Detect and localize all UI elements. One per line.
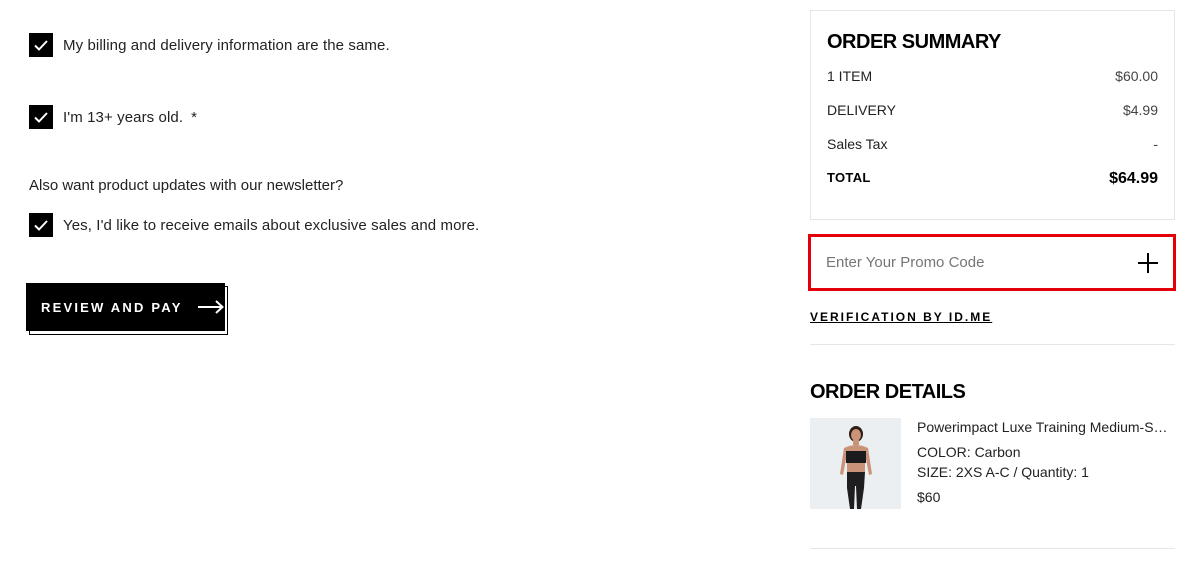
age-label: I'm 13+ years old. xyxy=(63,108,184,126)
age-row: I'm 13+ years old. * xyxy=(29,105,197,129)
product-name[interactable]: Powerimpact Luxe Training Medium-Support… xyxy=(917,419,1175,435)
summary-value: - xyxy=(1153,136,1158,152)
summary-row-items: 1 ITEM $60.00 xyxy=(827,68,1158,102)
promo-code-box xyxy=(808,234,1176,291)
check-icon xyxy=(34,111,48,123)
newsletter-label: Yes, I'd like to receive emails about ex… xyxy=(63,216,480,234)
order-summary: ORDER SUMMARY 1 ITEM $60.00 DELIVERY $4.… xyxy=(810,10,1175,220)
plus-icon[interactable] xyxy=(1137,252,1159,274)
billing-same-checkbox[interactable] xyxy=(29,33,53,57)
review-button-label: REVIEW AND PAY xyxy=(41,299,183,315)
order-summary-title: ORDER SUMMARY xyxy=(827,31,1001,53)
summary-row-delivery: DELIVERY $4.99 xyxy=(827,102,1158,136)
summary-row-sales-tax: Sales Tax - xyxy=(827,136,1158,170)
divider xyxy=(810,548,1175,549)
summary-row-total: TOTAL $64.99 xyxy=(827,170,1158,204)
product-size-quantity: SIZE: 2XS A-C / Quantity: 1 xyxy=(917,464,1089,480)
divider xyxy=(810,344,1175,345)
check-icon xyxy=(34,219,48,231)
order-details-title: ORDER DETAILS xyxy=(810,381,966,403)
summary-label: Sales Tax xyxy=(827,136,888,152)
product-image[interactable] xyxy=(810,418,901,509)
product-price: $60 xyxy=(917,489,941,505)
billing-same-label: My billing and delivery information are … xyxy=(63,36,390,54)
product-info: Powerimpact Luxe Training Medium-Support… xyxy=(917,419,1175,505)
summary-label: 1 ITEM xyxy=(827,68,873,84)
summary-value: $60.00 xyxy=(1115,68,1158,84)
arrow-right-icon xyxy=(197,300,224,314)
verification-idme-link[interactable]: VERIFICATION BY ID.ME xyxy=(810,310,992,324)
total-label: TOTAL xyxy=(827,170,871,185)
summary-label: DELIVERY xyxy=(827,102,896,118)
age-checkbox[interactable] xyxy=(29,105,53,129)
product-photo-illustration xyxy=(810,418,901,509)
review-and-pay-button[interactable]: REVIEW AND PAY xyxy=(26,283,225,331)
newsletter-prompt: Also want product updates with our newsl… xyxy=(29,177,344,194)
promo-code-input[interactable] xyxy=(826,254,1106,271)
review-and-pay-wrapper: REVIEW AND PAY xyxy=(26,283,228,335)
check-icon xyxy=(34,39,48,51)
total-value: $64.99 xyxy=(1109,170,1158,187)
newsletter-checkbox[interactable] xyxy=(29,213,53,237)
billing-same-row: My billing and delivery information are … xyxy=(29,33,390,57)
product-color: COLOR: Carbon xyxy=(917,444,1021,460)
required-marker: * xyxy=(191,108,197,126)
summary-value: $4.99 xyxy=(1122,102,1158,118)
newsletter-row: Yes, I'd like to receive emails about ex… xyxy=(29,213,479,237)
